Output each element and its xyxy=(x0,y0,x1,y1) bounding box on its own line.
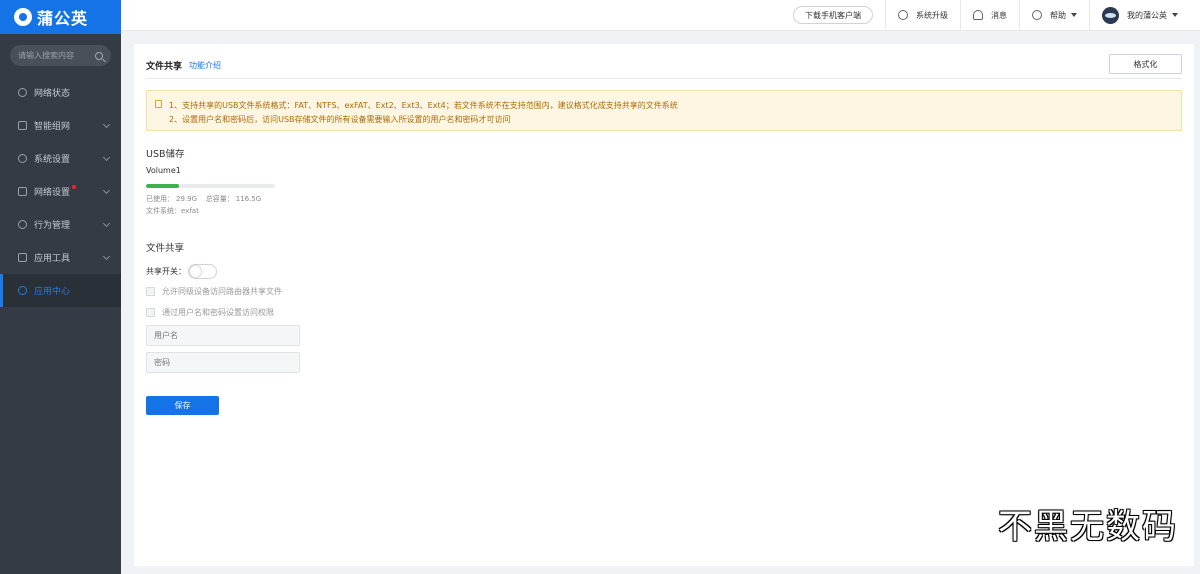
usage-progress-fill xyxy=(146,184,180,188)
search-placeholder: 请输入搜索内容 xyxy=(18,51,74,60)
feature-intro-link[interactable]: 功能介绍 xyxy=(189,60,221,71)
help-icon xyxy=(1032,10,1042,20)
sidebar-nav: 网络状态智能组网系统设置网络设置行为管理应用工具应用中心 xyxy=(0,76,121,307)
volume-name: Volume1 xyxy=(146,166,181,175)
sidebar-item-2[interactable]: 系统设置 xyxy=(0,142,121,175)
user-menu[interactable]: 我的蒲公英 xyxy=(1089,0,1190,31)
fs-value: exfat xyxy=(181,207,199,215)
sidebar-item-label: 行为管理 xyxy=(34,221,71,231)
password-field[interactable] xyxy=(146,352,300,373)
usage-progress-bar xyxy=(146,184,275,188)
sidebar-item-1[interactable]: 智能组网 xyxy=(0,109,121,142)
sidebar-item-4[interactable]: 行为管理 xyxy=(0,208,121,241)
network-status-icon xyxy=(18,88,27,97)
file-share-title: 文件共享 xyxy=(146,243,185,254)
avatar xyxy=(1102,6,1119,24)
top-bar: 下载手机客户端 系统升级 消息 帮助 我的蒲公英 xyxy=(121,0,1200,31)
brand-name: 蒲公英 xyxy=(37,9,89,28)
page-title: 文件共享 xyxy=(146,62,183,72)
smart-networking-icon xyxy=(18,121,27,130)
notification-dot xyxy=(72,185,76,189)
user-label: 我的蒲公英 xyxy=(1127,10,1167,20)
messages-button[interactable]: 消息 xyxy=(960,0,1019,31)
sidebar: 蒲公英 请输入搜索内容 网络状态智能组网系统设置网络设置行为管理应用工具应用中心 xyxy=(0,0,121,574)
notice-icon xyxy=(155,100,162,108)
panel-header: 文件共享 功能介绍 格式化 xyxy=(146,53,1182,79)
format-button[interactable]: 格式化 xyxy=(1109,54,1182,74)
username-field[interactable] xyxy=(146,325,300,346)
option-credentials[interactable]: 通过用户名和密码设置访问权限 xyxy=(146,307,274,318)
chevron-down-icon xyxy=(102,120,111,129)
credentials-label: 通过用户名和密码设置访问权限 xyxy=(162,308,274,317)
used-label: 已使用： xyxy=(146,195,174,203)
sidebar-search-input[interactable]: 请输入搜索内容 xyxy=(10,45,111,66)
help-menu[interactable]: 帮助 xyxy=(1019,0,1089,31)
filesystem-info: 文件系统：exfat xyxy=(146,206,199,216)
sidebar-item-0[interactable]: 网络状态 xyxy=(0,76,121,109)
watermark: 不黑无数码 xyxy=(998,507,1178,547)
save-button[interactable]: 保存 xyxy=(146,396,219,415)
used-value: 29.9G xyxy=(176,195,198,203)
sidebar-item-label: 网络状态 xyxy=(34,89,71,99)
share-switch-label: 共享开关： xyxy=(146,267,186,276)
fs-label: 文件系统： xyxy=(146,207,181,215)
usage-stats: 已使用： 29.9G 总容量： 116.5G xyxy=(146,194,263,204)
file-sharing-panel: 文件共享 功能介绍 格式化 1、支持共享的USB文件系统格式：FAT、NTFS、… xyxy=(134,44,1194,566)
bell-icon xyxy=(973,10,983,20)
credentials-checkbox[interactable] xyxy=(146,308,155,317)
peer-access-checkbox[interactable] xyxy=(146,287,155,296)
sidebar-item-label: 智能组网 xyxy=(34,122,71,132)
search-icon[interactable] xyxy=(95,51,103,60)
total-value: 116.5G xyxy=(235,195,262,203)
option-peer-access[interactable]: 允许同级设备访问路由器共享文件 xyxy=(146,286,282,297)
notice-line-2: 2、设置用户名和密码后，访问USB存储文件的所有设备需要输入所设置的用户名和密码… xyxy=(169,115,511,124)
caret-down-icon xyxy=(1172,13,1178,17)
logo-icon xyxy=(14,8,32,26)
system-upgrade-button[interactable]: 系统升级 xyxy=(885,0,960,31)
sidebar-item-6[interactable]: 应用中心 xyxy=(0,274,121,307)
sidebar-item-label: 应用中心 xyxy=(34,287,71,297)
sidebar-item-5[interactable]: 应用工具 xyxy=(0,241,121,274)
sidebar-item-label: 系统设置 xyxy=(34,155,71,165)
upgrade-icon xyxy=(898,10,908,20)
total-label: 总容量： xyxy=(205,195,234,203)
sidebar-item-label: 应用工具 xyxy=(34,254,71,264)
chevron-down-icon xyxy=(102,219,111,228)
share-switch-row: 共享开关： xyxy=(146,264,217,279)
logo-bar[interactable]: 蒲公英 xyxy=(0,0,121,34)
app-center-icon xyxy=(18,286,27,295)
gear-icon xyxy=(18,154,27,163)
toolbox-icon xyxy=(18,253,27,262)
chevron-down-icon xyxy=(102,153,111,162)
system-upgrade-label: 系统升级 xyxy=(916,10,948,20)
messages-label: 消息 xyxy=(991,10,1007,20)
chevron-down-icon xyxy=(102,186,111,195)
network-settings-icon xyxy=(18,187,27,196)
sidebar-item-label: 网络设置 xyxy=(34,188,71,198)
help-label: 帮助 xyxy=(1050,10,1066,20)
share-toggle[interactable] xyxy=(188,264,217,279)
caret-down-icon xyxy=(1071,13,1077,17)
peer-access-label: 允许同级设备访问路由器共享文件 xyxy=(162,287,282,296)
notice-box: 1、支持共享的USB文件系统格式：FAT、NTFS、exFAT、Ext2、Ext… xyxy=(146,90,1182,131)
notice-line-1: 1、支持共享的USB文件系统格式：FAT、NTFS、exFAT、Ext2、Ext… xyxy=(169,101,678,110)
usb-storage-title: USB储存 xyxy=(146,149,185,160)
behavior-icon xyxy=(18,220,27,229)
chevron-down-icon xyxy=(102,252,111,261)
download-app-button[interactable]: 下载手机客户端 xyxy=(793,6,873,24)
sidebar-item-3[interactable]: 网络设置 xyxy=(0,175,121,208)
